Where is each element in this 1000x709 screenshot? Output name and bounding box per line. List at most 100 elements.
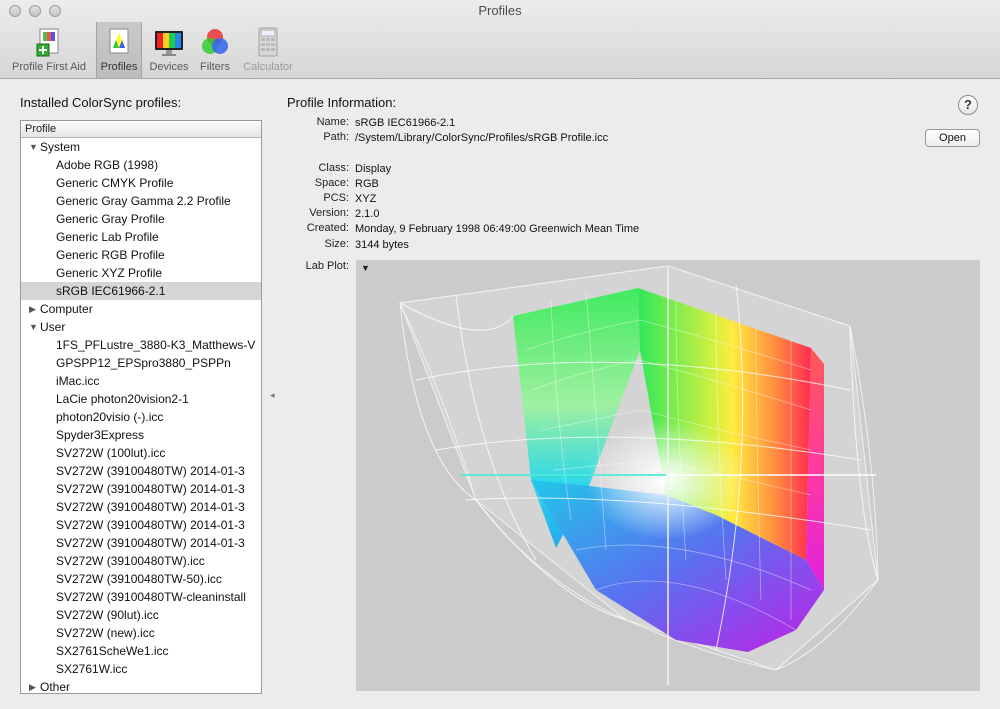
filters-icon: [202, 29, 228, 54]
profile-row-label: User: [40, 320, 66, 334]
profile-row-label: Computer: [40, 302, 93, 316]
toolbar-calculator[interactable]: Calculator: [238, 22, 298, 78]
profile-row[interactable]: SV272W (100lut).icc: [21, 444, 261, 462]
version-value: 2.1.0: [355, 208, 380, 220]
profile-row-label: SX2761W.icc: [56, 662, 128, 676]
profile-row[interactable]: SX2761W.icc: [21, 660, 261, 678]
profile-row[interactable]: SV272W (90lut).icc: [21, 606, 261, 624]
profile-list[interactable]: Profile ▼ System Adobe RGB (1998) Generic C…: [20, 120, 262, 694]
profile-row[interactable]: SV272W (39100480TW).icc: [21, 552, 261, 570]
created-key: Created:: [306, 222, 349, 234]
lab-gamut-3d-plot: [399, 265, 879, 685]
window-title: Profiles: [478, 3, 522, 18]
profile-row[interactable]: Generic Lab Profile: [21, 228, 261, 246]
toolbar-label: Profiles: [100, 61, 138, 73]
gamut-white-point: [586, 420, 746, 540]
profile-row-label: SV272W (100lut).icc: [56, 446, 166, 460]
profile-row[interactable]: SV272W (39100480TW) 2014-01-3: [21, 462, 261, 480]
help-button[interactable]: ?: [958, 95, 978, 115]
profile-row-label: SV272W (39100480TW) 2014-01-3: [56, 482, 245, 496]
profile-row-label: sRGB IEC61966-2.1: [56, 284, 166, 298]
profile-row[interactable]: photon20visio (-).icc: [21, 408, 261, 426]
profile-row-label: iMac.icc: [56, 374, 100, 388]
profile-row-label: SV272W (39100480TW) 2014-01-3: [56, 518, 245, 532]
profiles-icon: [109, 28, 129, 54]
devices-icon: [155, 31, 183, 56]
profile-group-row[interactable]: ▶ Computer: [21, 300, 261, 318]
profile-row[interactable]: Generic CMYK Profile: [21, 174, 261, 192]
disclosure-down-icon[interactable]: ▼: [29, 318, 38, 336]
profile-row-label: SV272W (39100480TW).icc: [56, 554, 205, 568]
name-key: Name:: [316, 116, 349, 128]
profile-row[interactable]: LaCie photon20vision2-1: [21, 390, 261, 408]
name-value: sRGB IEC61966-2.1: [355, 117, 456, 129]
pcs-key: PCS:: [323, 192, 349, 204]
first-aid-icon: [36, 28, 59, 57]
profile-row[interactable]: GPSPP12_EPSpro3880_PSPPn: [21, 354, 261, 372]
profile-row[interactable]: Adobe RGB (1998): [21, 156, 261, 174]
disclosure-right-icon[interactable]: ▶: [29, 300, 36, 318]
toolbar-label: Filters: [200, 61, 230, 73]
toolbar-label: Profile First Aid: [12, 61, 86, 73]
lab-plot[interactable]: [356, 260, 980, 691]
profile-row-label: Spyder3Express: [56, 428, 145, 442]
toolbar-devices[interactable]: Devices: [146, 22, 192, 78]
profile-row-label: System: [40, 140, 81, 154]
profile-row[interactable]: SV272W (39100480TW) 2014-01-3: [21, 516, 261, 534]
toolbar-filters[interactable]: Filters: [194, 22, 236, 78]
space-key: Space:: [314, 177, 349, 189]
profile-row-label: SV272W (39100480TW-50).icc: [56, 572, 222, 586]
calculator-icon: [258, 27, 278, 57]
profile-row[interactable]: sRGB IEC61966-2.1: [21, 282, 261, 300]
profile-group-row[interactable]: ▼ System: [21, 138, 261, 156]
profile-row[interactable]: Generic Gray Gamma 2.2 Profile: [21, 192, 261, 210]
created-value: Monday, 9 February 1998 06:49:00 Greenwi…: [355, 223, 640, 235]
profile-row[interactable]: SV272W (39100480TW-cleaninstall: [21, 588, 261, 606]
profile-row[interactable]: Generic XYZ Profile: [21, 264, 261, 282]
profile-row-label: SV272W (39100480TW) 2014-01-3: [56, 500, 245, 514]
profile-row-label: Generic XYZ Profile: [56, 266, 163, 280]
profile-row[interactable]: iMac.icc: [21, 372, 261, 390]
profile-row[interactable]: SV272W (new).icc: [21, 624, 261, 642]
path-key: Path:: [323, 131, 349, 143]
window-titlebar: Profiles Profile First Aid Profiles Devi…: [0, 0, 1000, 79]
class-key: Class:: [318, 162, 349, 174]
profile-row[interactable]: Generic RGB Profile: [21, 246, 261, 264]
profile-row-label: GPSPP12_EPSpro3880_PSPPn: [56, 356, 231, 370]
disclosure-right-icon[interactable]: ▶: [29, 678, 36, 693]
size-value: 3144 bytes: [355, 239, 409, 251]
profile-row-label: SV272W (39100480TW) 2014-01-3: [56, 464, 245, 478]
profile-row-label: Generic Gray Profile: [56, 212, 165, 226]
profile-row[interactable]: SV272W (39100480TW) 2014-01-3: [21, 498, 261, 516]
split-view-handle[interactable]: ◂: [270, 390, 276, 400]
profile-row-label: LaCie photon20vision2-1: [56, 392, 189, 406]
profile-row[interactable]: 1FS_PFLustre_3880-K3_Matthews-V: [21, 336, 261, 354]
lab-plot-key: Lab Plot:: [305, 260, 349, 272]
profile-row-label: Other: [40, 680, 71, 694]
profile-column-header[interactable]: Profile: [21, 121, 261, 138]
profile-information-heading: Profile Information:: [287, 95, 397, 110]
profile-row-label: Generic Lab Profile: [56, 230, 159, 244]
profile-row-label: Generic CMYK Profile: [56, 176, 174, 190]
lab-plot-menu-icon[interactable]: ▼: [361, 263, 370, 273]
profile-row-label: SV272W (39100480TW) 2014-01-3: [56, 536, 245, 550]
profile-row[interactable]: Spyder3Express: [21, 426, 261, 444]
toolbar-profiles[interactable]: Profiles: [96, 22, 142, 78]
profile-row-label: SX2761ScheWe1.icc: [56, 644, 169, 658]
space-value: RGB: [355, 178, 379, 190]
open-button[interactable]: Open: [925, 129, 980, 147]
profile-group-row[interactable]: ▼ User: [21, 318, 261, 336]
toolbar-label: Devices: [149, 61, 189, 73]
profile-row[interactable]: Generic Gray Profile: [21, 210, 261, 228]
installed-profiles-heading: Installed ColorSync profiles:: [20, 95, 182, 110]
profile-row[interactable]: SX2761ScheWe1.icc: [21, 642, 261, 660]
profile-row[interactable]: SV272W (39100480TW) 2014-01-3: [21, 480, 261, 498]
profile-row[interactable]: SV272W (39100480TW-50).icc: [21, 570, 261, 588]
disclosure-down-icon[interactable]: ▼: [29, 138, 38, 156]
profile-row-label: photon20visio (-).icc: [56, 410, 164, 424]
toolbar-profile-first-aid[interactable]: Profile First Aid: [4, 22, 94, 78]
profile-row[interactable]: SV272W (39100480TW) 2014-01-3: [21, 534, 261, 552]
profile-row-label: SV272W (new).icc: [56, 626, 155, 640]
profile-row-label: Generic Gray Gamma 2.2 Profile: [56, 194, 231, 208]
profile-group-row[interactable]: ▶ Other: [21, 678, 261, 694]
